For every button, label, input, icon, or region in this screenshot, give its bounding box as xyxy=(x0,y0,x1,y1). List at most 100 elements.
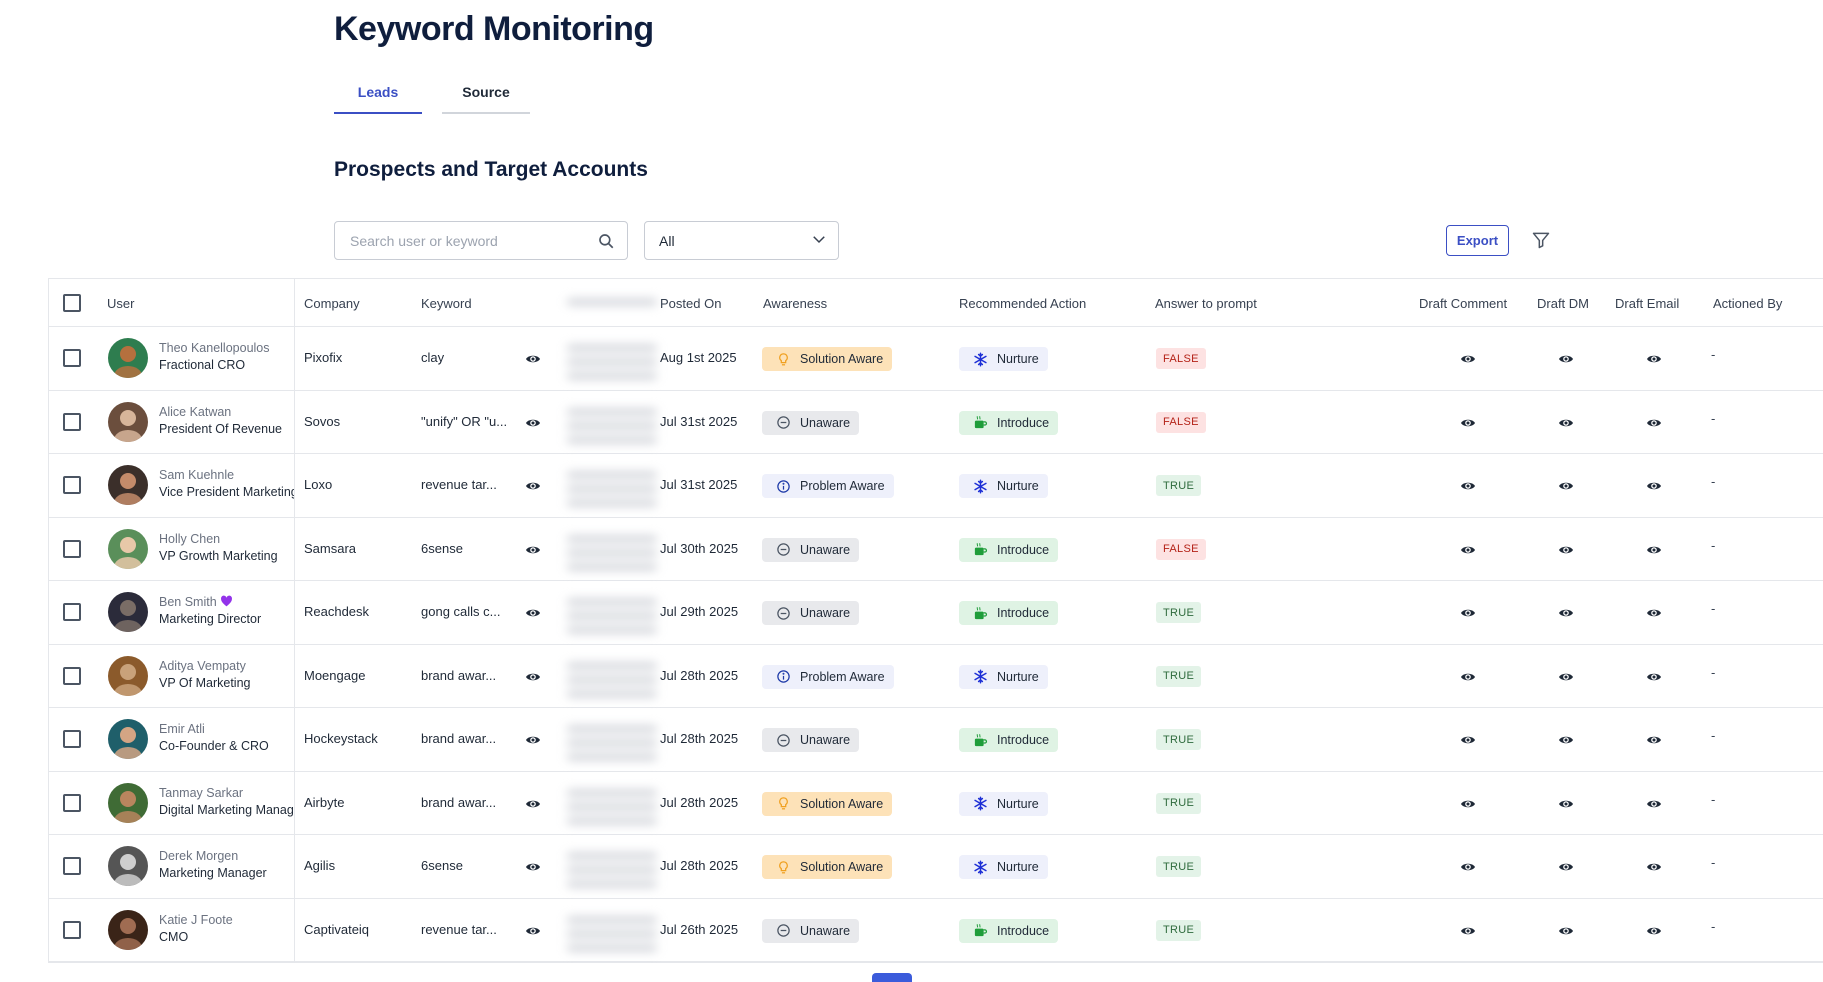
header-posted-on[interactable]: Posted On xyxy=(660,279,721,327)
draft-comment-eye-icon[interactable] xyxy=(1460,923,1476,939)
answer-badge: TRUE xyxy=(1156,792,1202,814)
search-icon[interactable] xyxy=(597,232,615,250)
header-answer-to-prompt[interactable]: Answer to prompt xyxy=(1155,279,1257,327)
eye-icon[interactable] xyxy=(525,605,541,621)
eye-icon[interactable] xyxy=(525,415,541,431)
page-title: Keyword Monitoring xyxy=(334,10,654,48)
draft-comment-eye-icon[interactable] xyxy=(1460,859,1476,875)
draft-dm-eye-icon[interactable] xyxy=(1558,669,1574,685)
filter-icon[interactable] xyxy=(1531,230,1551,250)
draft-comment-eye-icon[interactable] xyxy=(1460,351,1476,367)
header-draft-comment[interactable]: Draft Comment xyxy=(1419,279,1507,327)
row-checkbox[interactable] xyxy=(63,920,81,939)
draft-comment-eye-icon[interactable] xyxy=(1460,415,1476,431)
header-awareness[interactable]: Awareness xyxy=(763,279,827,327)
draft-comment-eye-icon[interactable] xyxy=(1460,796,1476,812)
draft-email-eye-icon[interactable] xyxy=(1646,796,1662,812)
eye-icon[interactable] xyxy=(525,669,541,685)
avatar xyxy=(108,719,148,759)
draft-email-eye-icon[interactable] xyxy=(1646,415,1662,431)
row-checkbox[interactable] xyxy=(63,666,81,685)
user-name[interactable]: Alice Katwan xyxy=(159,405,231,419)
table-row[interactable]: Emir Atli Co-Founder & CRO Hockeystack bran… xyxy=(49,708,1823,772)
draft-email-eye-icon[interactable] xyxy=(1646,732,1662,748)
user-name[interactable]: Katie J Foote xyxy=(159,913,233,927)
user-name[interactable]: Ben Smith xyxy=(159,595,233,611)
eye-icon[interactable] xyxy=(525,732,541,748)
row-checkbox[interactable] xyxy=(63,603,81,621)
minus-circle-icon xyxy=(776,923,791,938)
draft-email-eye-icon[interactable] xyxy=(1646,605,1662,621)
select-all-checkbox[interactable] xyxy=(63,294,81,312)
draft-comment-eye-icon[interactable] xyxy=(1460,542,1476,558)
draft-dm-eye-icon[interactable] xyxy=(1558,605,1574,621)
header-keyword[interactable]: Keyword xyxy=(421,279,472,327)
draft-email-eye-icon[interactable] xyxy=(1646,669,1662,685)
draft-comment-eye-icon[interactable] xyxy=(1460,605,1476,621)
tab-source[interactable]: Source xyxy=(442,72,530,114)
draft-dm-eye-icon[interactable] xyxy=(1558,732,1574,748)
draft-dm-eye-icon[interactable] xyxy=(1558,542,1574,558)
user-name[interactable]: Aditya Vempaty xyxy=(159,659,246,673)
row-checkbox[interactable] xyxy=(63,539,81,558)
header-company[interactable]: Company xyxy=(304,279,360,327)
draft-dm-eye-icon[interactable] xyxy=(1558,923,1574,939)
row-checkbox[interactable] xyxy=(63,793,81,812)
keyword-text: revenue tar... xyxy=(421,477,497,492)
header-user[interactable]: User xyxy=(107,279,134,327)
draft-comment-eye-icon[interactable] xyxy=(1460,732,1476,748)
draft-comment-eye-icon[interactable] xyxy=(1460,478,1476,494)
draft-comment-eye-icon[interactable] xyxy=(1460,669,1476,685)
draft-dm-eye-icon[interactable] xyxy=(1558,415,1574,431)
filter-select[interactable]: All xyxy=(644,221,839,260)
draft-email-eye-icon[interactable] xyxy=(1646,542,1662,558)
eye-icon[interactable] xyxy=(525,859,541,875)
awareness-badge: Unaware xyxy=(762,918,860,943)
table-row[interactable]: Holly Chen VP Growth Marketing Samsara 6sen… xyxy=(49,518,1823,581)
user-name[interactable]: Holly Chen xyxy=(159,532,220,546)
table-row[interactable]: Alice Katwan President Of Revenue Sovos "un… xyxy=(49,391,1823,454)
user-name[interactable]: Tanmay Sarkar xyxy=(159,786,243,800)
draft-email-eye-icon[interactable] xyxy=(1646,859,1662,875)
header-actioned-by[interactable]: Actioned By xyxy=(1713,279,1782,327)
user-name[interactable]: Derek Morgen xyxy=(159,849,238,863)
table-row[interactable]: Derek Morgen Marketing Manager Agilis 6sens… xyxy=(49,835,1823,899)
header-draft-email[interactable]: Draft Email xyxy=(1615,279,1679,327)
draft-email-eye-icon[interactable] xyxy=(1646,351,1662,367)
eye-icon[interactable] xyxy=(525,351,541,367)
row-checkbox[interactable] xyxy=(63,857,81,875)
draft-dm-eye-icon[interactable] xyxy=(1558,351,1574,367)
eye-icon[interactable] xyxy=(525,796,541,812)
eye-icon[interactable] xyxy=(525,923,541,939)
export-button[interactable]: Export xyxy=(1446,225,1509,256)
user-title: VP Of Marketing xyxy=(159,675,251,690)
table-row[interactable]: Tanmay Sarkar Digital Marketing Manager Ai… xyxy=(49,772,1823,835)
table-row[interactable]: Katie J Foote CMO Captivateiq revenue tar..… xyxy=(49,899,1823,962)
row-checkbox[interactable] xyxy=(63,349,81,367)
draft-email-eye-icon[interactable] xyxy=(1646,478,1662,494)
row-checkbox[interactable] xyxy=(63,730,81,748)
actioned-by: - xyxy=(1711,855,1716,870)
table-row[interactable]: Ben Smith Marketing Director Reachdesk gon… xyxy=(49,581,1823,645)
eye-icon[interactable] xyxy=(525,542,541,558)
eye-icon[interactable] xyxy=(525,478,541,494)
pagination-current-page[interactable] xyxy=(872,973,912,982)
header-recommended-action[interactable]: Recommended Action xyxy=(959,279,1086,327)
company-name: Agilis xyxy=(304,858,336,873)
table-row[interactable]: Theo Kanellopoulos Fractional CRO Pixofix c… xyxy=(49,327,1823,391)
search-input[interactable] xyxy=(350,232,597,249)
user-name[interactable]: Sam Kuehnle xyxy=(159,468,234,482)
draft-dm-eye-icon[interactable] xyxy=(1558,859,1574,875)
draft-dm-eye-icon[interactable] xyxy=(1558,478,1574,494)
minus-circle-icon xyxy=(776,606,791,621)
draft-email-eye-icon[interactable] xyxy=(1646,923,1662,939)
user-name[interactable]: Theo Kanellopoulos xyxy=(159,341,270,355)
user-name[interactable]: Emir Atli xyxy=(159,722,205,736)
draft-dm-eye-icon[interactable] xyxy=(1558,796,1574,812)
row-checkbox[interactable] xyxy=(63,476,81,494)
header-draft-dm[interactable]: Draft DM xyxy=(1537,279,1589,327)
row-checkbox[interactable] xyxy=(63,412,81,431)
tab-leads[interactable]: Leads xyxy=(334,72,422,114)
table-row[interactable]: Sam Kuehnle Vice President Marketing Loxo r… xyxy=(49,454,1823,518)
table-row[interactable]: Aditya Vempaty VP Of Marketing Moengage bra… xyxy=(49,645,1823,708)
